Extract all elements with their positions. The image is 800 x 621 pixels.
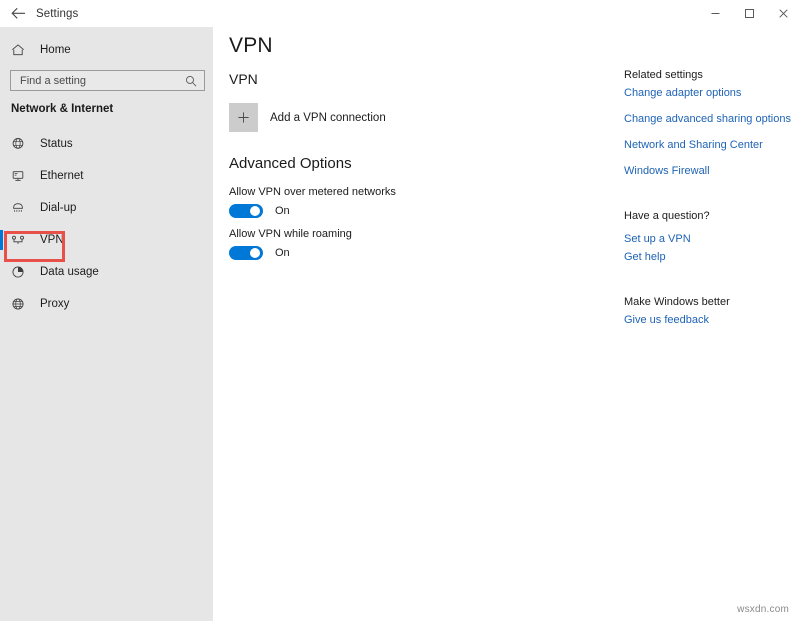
search-box[interactable] (10, 70, 205, 91)
sidebar-item-home[interactable]: Home (0, 38, 213, 62)
make-windows-better-heading: Make Windows better (624, 296, 730, 308)
sidebar-item-label: Proxy (40, 298, 69, 310)
toggle-knob (250, 248, 260, 258)
allow-vpn-roaming-toggle[interactable] (229, 246, 263, 260)
vpn-section-heading: VPN (229, 71, 258, 87)
minimize-button[interactable] (698, 0, 732, 27)
toggle-state-label: On (275, 205, 290, 217)
have-a-question-heading: Have a question? (624, 210, 710, 222)
related-settings-heading: Related settings (624, 69, 703, 81)
close-button[interactable] (766, 0, 800, 27)
sidebar-item-data-usage[interactable]: Data usage (0, 256, 213, 288)
sidebar-item-status[interactable]: Status (0, 128, 213, 160)
toggle-row: On (229, 246, 352, 260)
link-change-adapter-options[interactable]: Change adapter options (624, 87, 741, 99)
link-set-up-a-vpn[interactable]: Set up a VPN (624, 233, 691, 245)
search-container (10, 70, 205, 91)
settings-window: Settings (0, 0, 800, 621)
home-icon (11, 43, 31, 57)
option-label: Allow VPN while roaming (229, 228, 352, 240)
ethernet-monitor-icon (11, 169, 31, 183)
title-bar-left: Settings (0, 0, 78, 27)
toggle-state-label: On (275, 247, 290, 259)
add-vpn-connection-label: Add a VPN connection (270, 112, 386, 124)
sidebar-item-ethernet[interactable]: Ethernet (0, 160, 213, 192)
link-change-advanced-sharing-options[interactable]: Change advanced sharing options (624, 113, 791, 125)
search-input[interactable] (11, 71, 179, 90)
link-give-us-feedback[interactable]: Give us feedback (624, 314, 709, 326)
sidebar-section-title: Network & Internet (11, 103, 113, 115)
option-allow-vpn-metered: Allow VPN over metered networks On (229, 186, 396, 218)
sidebar-home-label: Home (40, 44, 71, 56)
option-allow-vpn-roaming: Allow VPN while roaming On (229, 228, 352, 260)
toggle-row: On (229, 204, 396, 218)
sidebar-item-label: Dial-up (40, 202, 76, 214)
status-globe-icon (11, 137, 31, 151)
toggle-knob (250, 206, 260, 216)
watermark: wsxdn.com (737, 604, 789, 615)
sidebar-item-label: Ethernet (40, 170, 83, 182)
option-label: Allow VPN over metered networks (229, 186, 396, 198)
add-vpn-connection-button[interactable]: Add a VPN connection (229, 103, 386, 132)
advanced-options-heading: Advanced Options (229, 155, 352, 172)
page-title: VPN (229, 34, 273, 58)
window-controls (698, 0, 800, 27)
search-icon (185, 74, 197, 92)
link-windows-firewall[interactable]: Windows Firewall (624, 165, 710, 177)
dialup-phone-icon (11, 201, 31, 215)
sidebar-item-label: Data usage (40, 266, 99, 278)
sidebar-item-proxy[interactable]: Proxy (0, 288, 213, 320)
sidebar-item-dial-up[interactable]: Dial-up (0, 192, 213, 224)
back-button[interactable] (0, 0, 36, 27)
sidebar-item-label: Status (40, 138, 73, 150)
vpn-icon (11, 233, 31, 247)
proxy-globe-icon (11, 297, 31, 311)
maximize-button[interactable] (732, 0, 766, 27)
sidebar-item-label: VPN (40, 234, 64, 246)
data-usage-pie-icon (11, 265, 31, 279)
plus-icon (229, 103, 258, 132)
sidebar: Home Network & Internet (0, 0, 213, 621)
allow-vpn-metered-toggle[interactable] (229, 204, 263, 218)
sidebar-nav-list: Status Ethernet (0, 128, 213, 320)
link-network-and-sharing-center[interactable]: Network and Sharing Center (624, 139, 763, 151)
window-title: Settings (36, 8, 78, 20)
link-get-help[interactable]: Get help (624, 251, 666, 263)
sidebar-item-vpn[interactable]: VPN (0, 224, 213, 256)
title-bar: Settings (0, 0, 800, 27)
